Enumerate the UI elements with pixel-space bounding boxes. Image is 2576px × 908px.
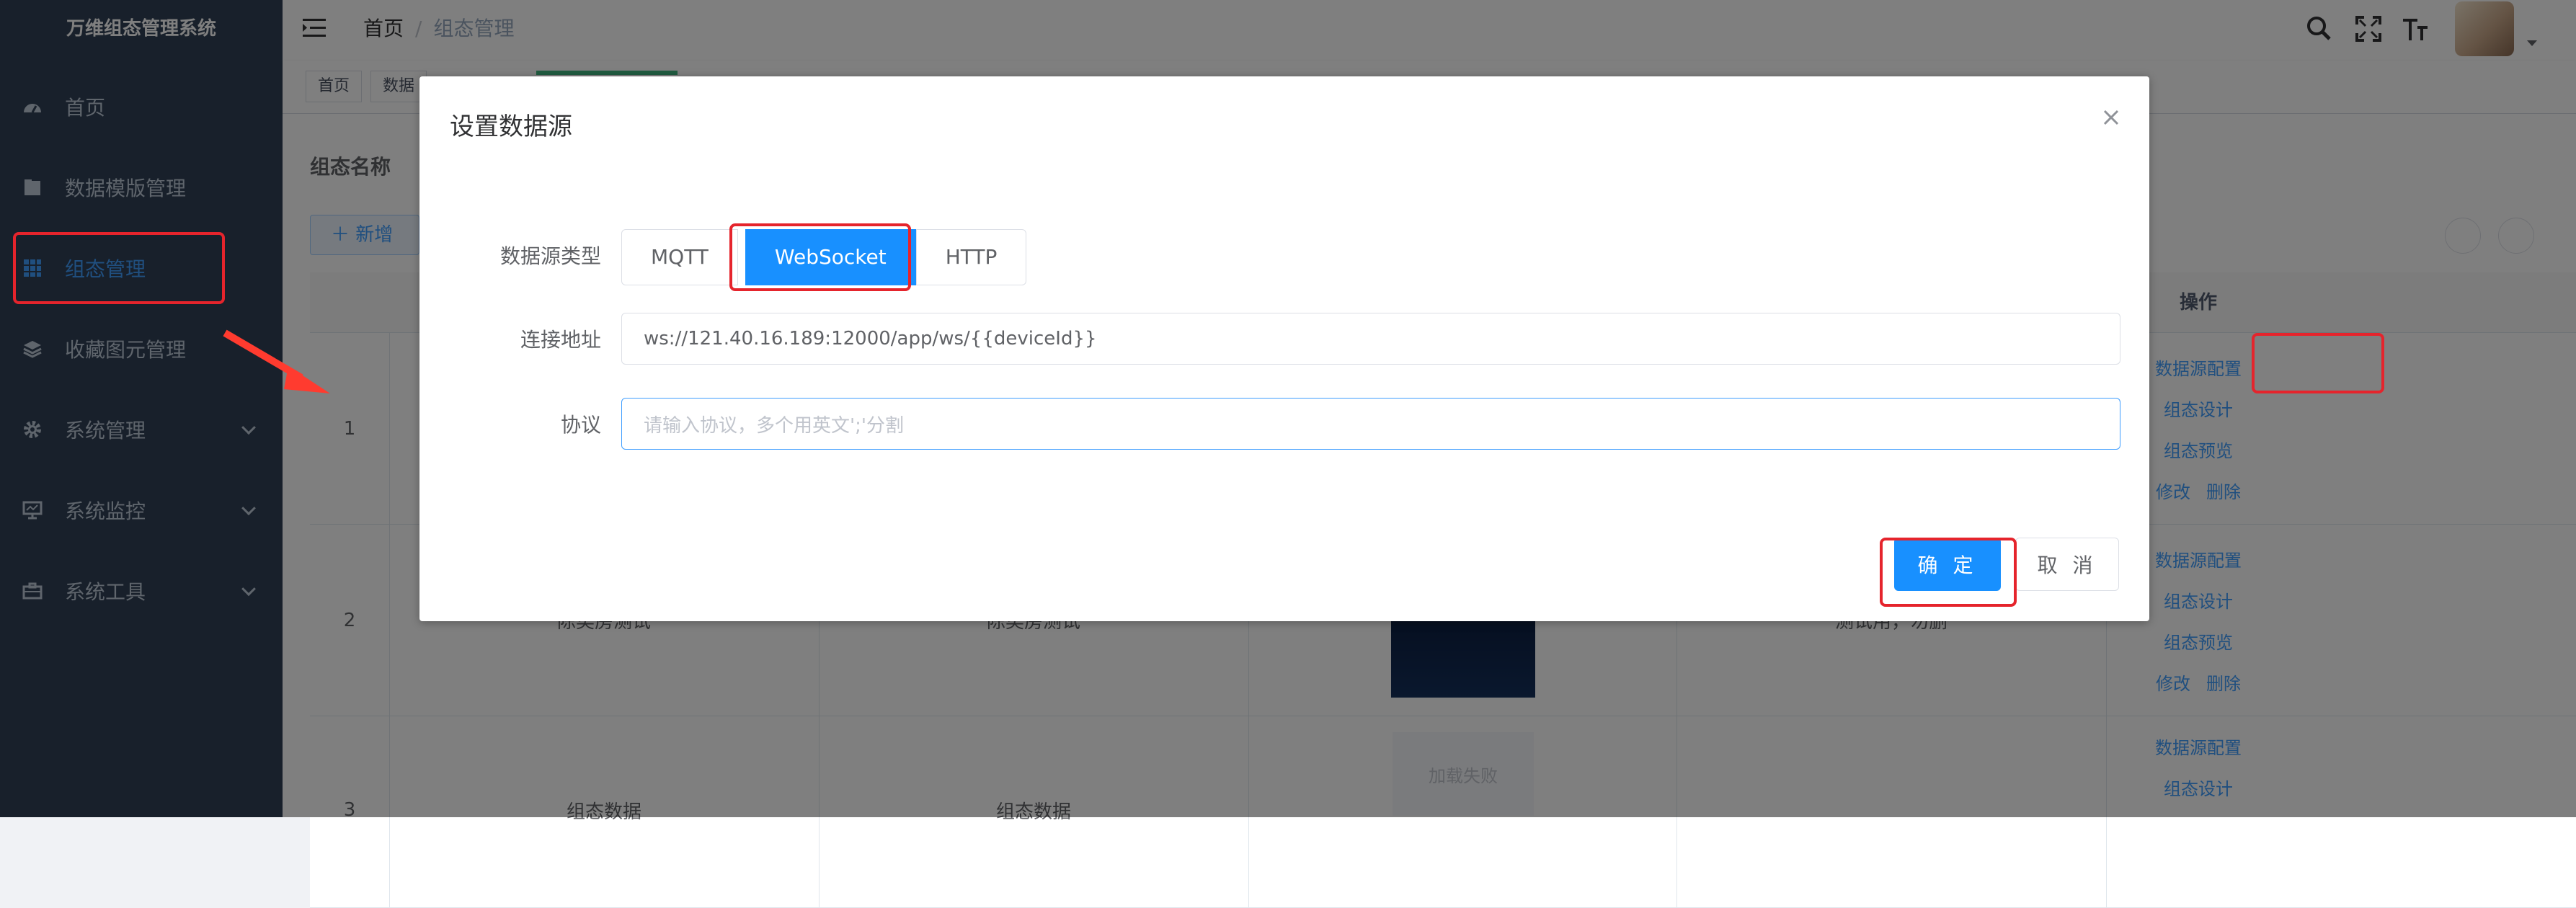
protocol-input[interactable]: 请输入协议，多个用英文';'分割 [621, 398, 2120, 450]
address-value: ws://121.40.16.189:12000/app/ws/{{device… [644, 328, 1097, 350]
close-icon[interactable] [2102, 108, 2120, 127]
annotation-highlight-ds-config [2252, 333, 2384, 393]
annotation-highlight-confirm [1880, 538, 2017, 607]
dialog-title: 设置数据源 [450, 112, 572, 141]
protocol-placeholder: 请输入协议，多个用英文';'分割 [644, 414, 905, 437]
annotation-arrow-icon [223, 329, 330, 393]
annotation-highlight-websocket [729, 223, 911, 291]
radio-mqtt[interactable]: MQTT [621, 229, 738, 285]
address-input[interactable]: ws://121.40.16.189:12000/app/ws/{{device… [621, 313, 2120, 365]
type-label: 数据源类型 [499, 244, 601, 268]
cancel-button[interactable]: 取 消 [2015, 538, 2119, 591]
annotation-highlight-sidebar [13, 232, 225, 304]
radio-http[interactable]: HTTP [915, 229, 1027, 285]
address-label: 连接地址 [520, 328, 601, 352]
data-source-dialog: 设置数据源 数据源类型 MQTT WebSocket HTTP 连接地址 ws:… [419, 76, 2149, 621]
protocol-label: 协议 [560, 413, 601, 437]
